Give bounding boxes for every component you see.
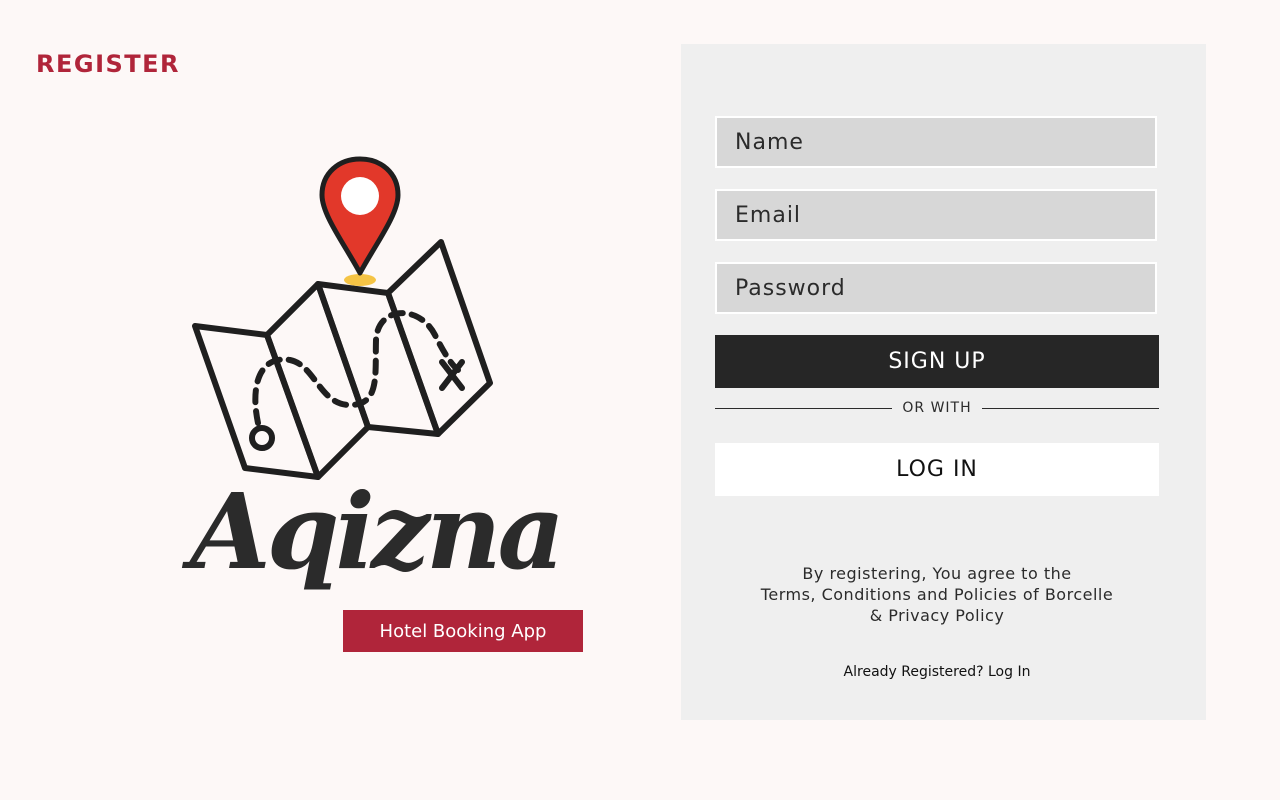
privacy-policy-link[interactable]: & Privacy Policy [715,605,1159,626]
sign-up-button[interactable]: SIGN UP [715,335,1159,388]
name-input[interactable] [715,116,1157,168]
terms-link[interactable]: Terms, Conditions and Policies of Borcel… [715,584,1159,605]
password-input[interactable] [715,262,1157,314]
register-page: REGISTER Aqizna Hotel Booking App Name E… [0,0,1280,800]
or-divider: OR WITH [715,398,1159,418]
page-title: REGISTER [36,50,181,78]
brand-block: Aqizna Hotel Booking App [150,140,610,670]
terms-line-1: By registering, You agree to the [802,564,1072,583]
register-form-panel: SIGN UP OR WITH LOG IN By registering, Y… [681,44,1206,720]
already-registered-login-link[interactable]: Already Registered? Log In [715,664,1159,680]
divider-label: OR WITH [902,400,972,416]
brand-wordmark: Aqizna [190,470,565,593]
divider-line-left [715,407,893,409]
email-input[interactable] [715,189,1157,241]
brand-tagline: Hotel Booking App [343,610,583,652]
map-pin-logo-icon [192,156,493,480]
divider-line-right [981,407,1159,409]
log-in-button[interactable]: LOG IN [715,443,1159,496]
terms-notice: By registering, You agree to the Terms, … [715,563,1159,626]
